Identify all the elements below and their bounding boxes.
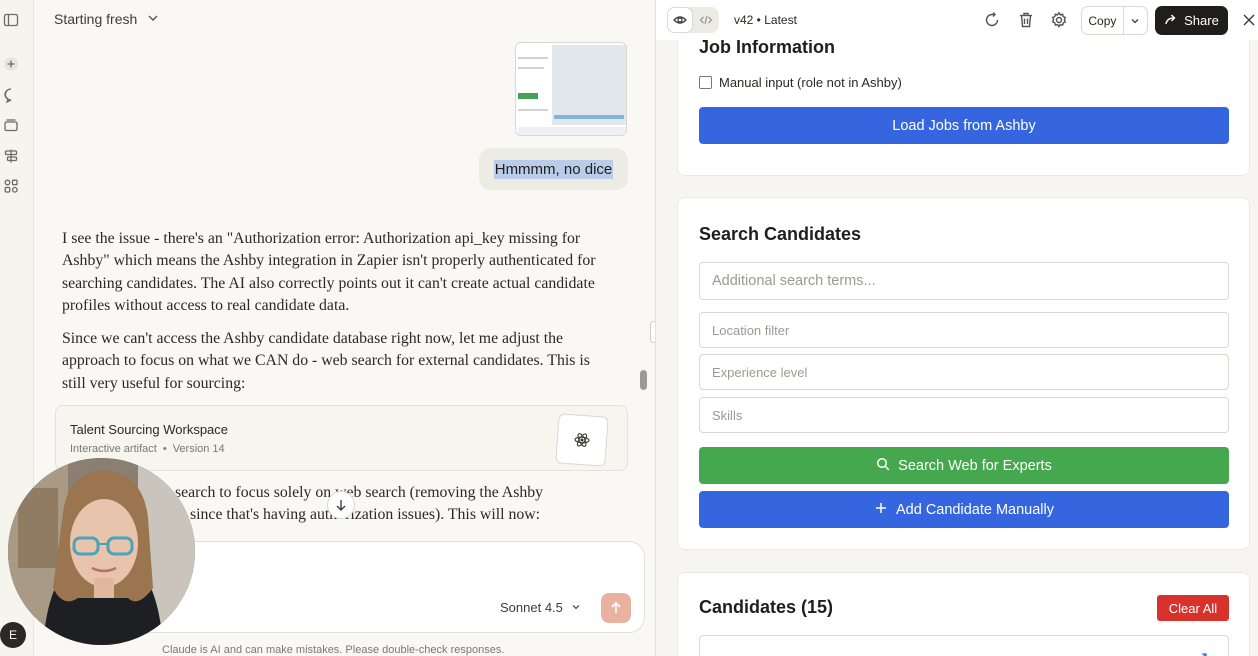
chevron-down-icon xyxy=(571,600,581,615)
location-filter-input[interactable]: Location filter xyxy=(699,312,1229,348)
share-button[interactable]: Share xyxy=(1155,6,1228,35)
search-web-button[interactable]: Search Web for Experts xyxy=(699,447,1229,484)
search-terms-input[interactable]: Additional search terms... xyxy=(699,262,1229,300)
artifact-card[interactable]: Talent Sourcing Workspace Interactive ar… xyxy=(55,405,628,471)
dot-separator: • xyxy=(162,443,167,455)
version-label[interactable]: v42 • Latest xyxy=(734,13,797,27)
webcam-overlay xyxy=(8,458,195,645)
search-icon xyxy=(876,457,890,475)
projects-icon[interactable] xyxy=(3,117,19,133)
code-icon[interactable] xyxy=(3,178,19,194)
experience-level-input[interactable]: Experience level xyxy=(699,354,1229,390)
manual-input-label: Manual input (role not in Ashby) xyxy=(719,75,902,90)
chat-scrollbar[interactable] xyxy=(640,370,647,390)
share-label: Share xyxy=(1184,13,1219,28)
job-information-heading: Job Information xyxy=(699,37,835,57)
artifact-panel: Job Information Manual input (role not i… xyxy=(655,0,1258,656)
send-button[interactable] xyxy=(601,593,631,623)
preview-eye-icon[interactable] xyxy=(667,7,693,33)
clear-all-label: Clear All xyxy=(1168,600,1218,616)
gear-icon[interactable] xyxy=(1050,11,1068,29)
trash-icon[interactable] xyxy=(1017,11,1035,29)
copy-button[interactable]: Copy xyxy=(1082,7,1124,34)
close-icon[interactable] xyxy=(1241,12,1257,28)
artifact-type: Interactive artifact xyxy=(70,443,157,455)
user-initial: E xyxy=(8,628,17,642)
code-view-icon[interactable] xyxy=(693,7,719,33)
load-jobs-label: Load Jobs from Ashby xyxy=(892,117,1036,134)
artifact-title: Talent Sourcing Workspace xyxy=(70,422,229,437)
assistant-paragraph: I see the issue - there's an "Authorizat… xyxy=(62,230,596,315)
plus-icon[interactable] xyxy=(3,56,19,72)
attached-screenshot-thumbnail[interactable] xyxy=(515,42,627,136)
add-candidate-label: Add Candidate Manually xyxy=(896,501,1054,518)
search-candidates-card: Search Candidates Additional search term… xyxy=(677,197,1250,550)
user-avatar[interactable]: E xyxy=(0,622,26,648)
chevron-down-icon xyxy=(147,11,159,27)
experience-level-placeholder: Experience level xyxy=(712,364,808,380)
conversation-title[interactable]: Starting fresh xyxy=(54,11,159,27)
copy-label: Copy xyxy=(1088,13,1117,28)
assistant-paragraph-line: since that's having authorization issues… xyxy=(190,506,541,523)
artifact-toolbar: v42 • Latest Copy Share xyxy=(656,0,1258,40)
add-candidate-button[interactable]: Add Candidate Manually xyxy=(699,491,1229,528)
clear-all-button[interactable]: Clear All xyxy=(1157,595,1229,621)
search-web-label: Search Web for Experts xyxy=(898,457,1052,474)
refresh-icon[interactable] xyxy=(983,11,1001,29)
candidates-card: Candidates (15) Clear All xyxy=(677,572,1250,656)
copy-button-group: Copy xyxy=(1081,6,1148,35)
artifact-subtitle: Interactive artifact • Version 14 xyxy=(70,443,225,455)
assistant-paragraph: Since we can't access the Ashby candidat… xyxy=(62,330,590,392)
search-terms-placeholder: Additional search terms... xyxy=(712,273,876,289)
sidebar-toggle-icon[interactable] xyxy=(3,12,19,28)
skills-placeholder: Skills xyxy=(712,407,743,423)
conversation-title-text: Starting fresh xyxy=(54,11,138,27)
user-message-bubble: Hmmmm, no dice xyxy=(479,148,628,190)
external-link-icon[interactable] xyxy=(1194,652,1208,656)
share-arrow-icon xyxy=(1164,12,1178,29)
artifact-version: Version 14 xyxy=(172,443,225,455)
scroll-to-bottom-button[interactable] xyxy=(327,491,355,519)
candidate-row[interactable] xyxy=(699,635,1229,656)
plus-icon xyxy=(874,501,888,519)
model-selector[interactable]: Sonnet 4.5 xyxy=(500,600,581,615)
user-message-text: Hmmmm, no dice xyxy=(493,159,614,179)
search-candidates-heading: Search Candidates xyxy=(699,224,862,244)
manual-input-option[interactable]: Manual input (role not in Ashby) xyxy=(699,75,902,90)
model-name: Sonnet 4.5 xyxy=(500,600,563,615)
view-toggle[interactable] xyxy=(667,7,719,33)
chat-icon[interactable] xyxy=(3,87,19,103)
manual-input-checkbox[interactable] xyxy=(699,76,712,89)
copy-options-chevron-icon[interactable] xyxy=(1124,7,1147,34)
artifacts-icon[interactable] xyxy=(3,148,19,164)
artifact-preview-icon xyxy=(555,413,609,467)
disclaimer-text: Claude is AI and can make mistakes. Plea… xyxy=(162,644,505,656)
location-filter-placeholder: Location filter xyxy=(712,322,790,338)
candidates-heading: Candidates (15) xyxy=(699,597,834,617)
skills-input[interactable]: Skills xyxy=(699,397,1229,433)
assistant-paragraph-line: search to focus solely on web search (re… xyxy=(175,484,544,501)
load-jobs-button[interactable]: Load Jobs from Ashby xyxy=(699,107,1229,144)
